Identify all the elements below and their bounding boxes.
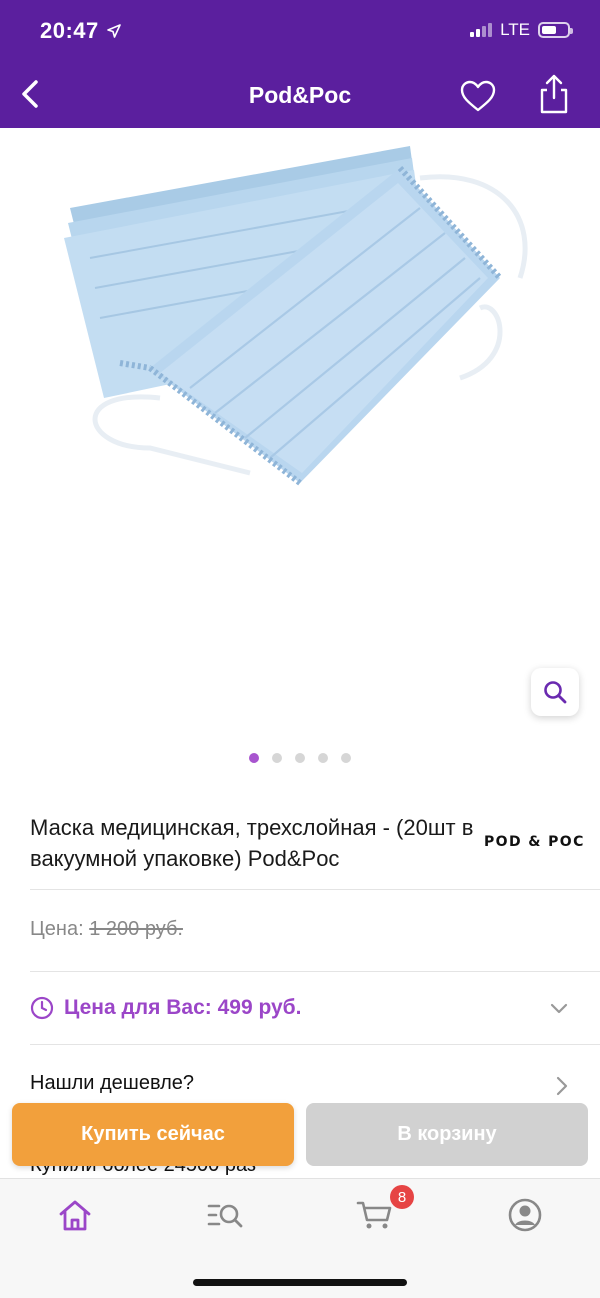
tab-home[interactable]: [45, 1195, 105, 1235]
tab-profile[interactable]: [495, 1195, 555, 1235]
divider: [30, 971, 600, 972]
pagination-dot[interactable]: [295, 753, 305, 763]
product-gallery[interactable]: [0, 128, 600, 763]
personal-price-text: Цена для Вас: 499 руб.: [64, 996, 302, 1019]
signal-icon: [470, 23, 493, 37]
buy-now-button[interactable]: Купить сейчас: [12, 1103, 294, 1166]
cart-icon: [356, 1201, 392, 1229]
personal-price-row[interactable]: Цена для Вас: 499 руб.: [30, 990, 575, 1026]
profile-icon: [508, 1198, 542, 1232]
share-icon[interactable]: [534, 72, 574, 116]
pagination-dot[interactable]: [272, 753, 282, 763]
bottom-tab-bar: 8: [0, 1178, 600, 1298]
add-to-cart-button[interactable]: В корзину: [306, 1103, 588, 1166]
brand-logo[interactable]: POD & POC: [484, 834, 585, 850]
battery-icon: [538, 22, 573, 38]
pagination-dot[interactable]: [341, 753, 351, 763]
cart-count-badge: 8: [390, 1185, 414, 1209]
status-time: 20:47: [40, 18, 121, 44]
found-cheaper-row[interactable]: Нашли дешевле?: [30, 1072, 575, 1100]
nav-bar: Pod&Poc: [0, 62, 600, 128]
chevron-right-icon: [556, 1076, 568, 1096]
product-title: Маска медицинская, трехслойная - (20шт в…: [30, 815, 474, 871]
tab-catalog[interactable]: [195, 1195, 255, 1235]
search-zoom-icon: [544, 681, 567, 704]
product-title-row: Маска медицинская, трехслойная - (20шт в…: [30, 812, 600, 890]
pagination-dot[interactable]: [249, 753, 259, 763]
home-indicator: [193, 1279, 407, 1286]
location-arrow-icon: [106, 24, 121, 38]
found-cheaper-text: Нашли дешевле?: [30, 1072, 195, 1094]
time-text: 20:47: [40, 18, 99, 43]
gallery-pagination: [0, 753, 600, 763]
status-bar: 20:47 LTE: [0, 0, 600, 62]
home-icon: [59, 1200, 91, 1231]
product-image[interactable]: [0, 128, 600, 648]
status-indicators: LTE: [470, 20, 573, 40]
page-title: Pod&Poc: [248, 82, 352, 108]
catalog-search-icon: [207, 1204, 243, 1228]
clock-icon: [30, 996, 54, 1020]
old-price-value: 1 200 руб.: [89, 918, 183, 940]
favorite-heart-icon[interactable]: [458, 78, 498, 114]
app-header: 20:47 LTE Pod&Poc: [0, 0, 600, 128]
network-label: LTE: [500, 20, 530, 39]
divider: [30, 889, 600, 890]
old-price: Цена: 1 200 руб.: [30, 918, 183, 941]
chevron-down-icon[interactable]: [549, 998, 569, 1018]
pagination-dot[interactable]: [318, 753, 328, 763]
price-label: Цена:: [30, 918, 84, 940]
zoom-button[interactable]: [531, 668, 579, 716]
divider: [30, 1044, 600, 1045]
